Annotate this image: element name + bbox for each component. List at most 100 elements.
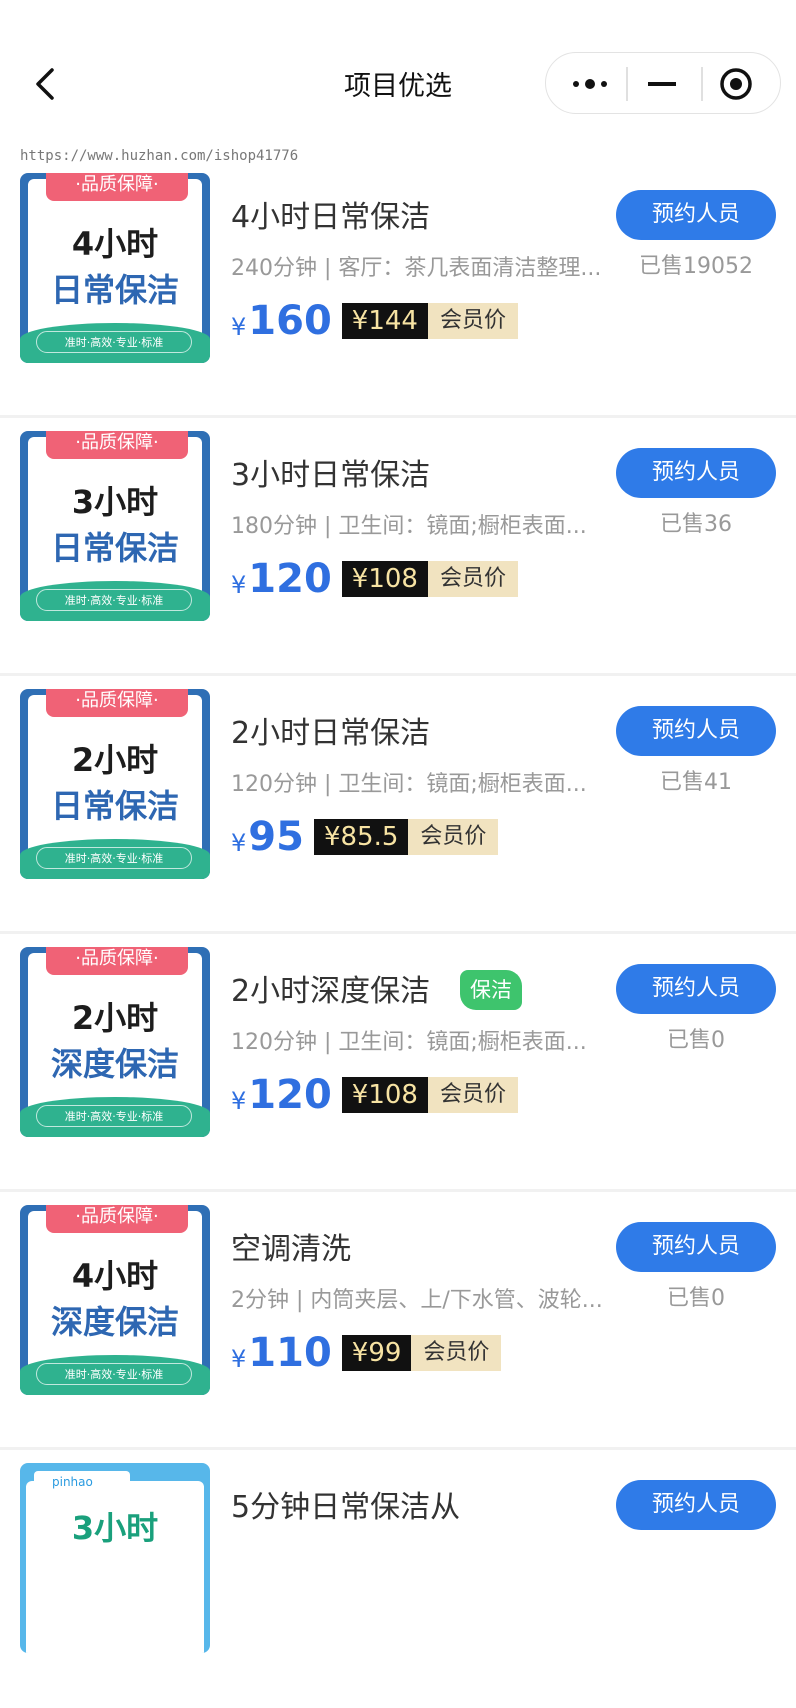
capsule-divider bbox=[701, 67, 703, 101]
thumbnail-footer-text: 准时·高效·专业·标准 bbox=[36, 1363, 192, 1385]
currency-symbol: ¥ bbox=[231, 1087, 247, 1115]
book-staff-button[interactable]: 预约人员 bbox=[616, 448, 776, 498]
price: 160 bbox=[248, 298, 332, 344]
thumbnail-service: 日常保洁 bbox=[50, 787, 179, 825]
quality-tag: ·品质保障· bbox=[46, 947, 188, 975]
member-price: ¥108 bbox=[341, 561, 428, 597]
service-item[interactable]: ·品质保障· 4小时 深度保洁 准时·高效·专业·标准 空调清洗 2分钟 | 内… bbox=[0, 1192, 796, 1450]
quality-tag: pinhao bbox=[34, 1471, 130, 1493]
thumbnail-footer: 准时·高效·专业·标准 bbox=[20, 839, 210, 879]
member-price-label: 会员价 bbox=[408, 819, 499, 855]
book-staff-button[interactable]: 预约人员 bbox=[616, 1480, 776, 1530]
sold-count: 已售0 bbox=[667, 1286, 725, 1311]
quality-tag: ·品质保障· bbox=[46, 431, 188, 459]
book-staff-button[interactable]: 预约人员 bbox=[616, 706, 776, 756]
thumbnail-service: 日常保洁 bbox=[50, 529, 179, 567]
member-price-badge: ¥99 会员价 bbox=[341, 1335, 502, 1371]
member-price: ¥144 bbox=[341, 303, 428, 339]
service-title: 2小时深度保洁 bbox=[231, 974, 431, 1009]
service-item[interactable]: ·品质保障· 3小时 日常保洁 准时·高效·专业·标准 3小时日常保洁 180分… bbox=[0, 418, 796, 676]
service-thumbnail: ·品质保障· 2小时 深度保洁 准时·高效·专业·标准 bbox=[20, 947, 210, 1137]
capsule-divider bbox=[626, 67, 628, 101]
book-staff-button[interactable]: 预约人员 bbox=[616, 1222, 776, 1272]
thumbnail-service: 深度保洁 bbox=[50, 1303, 179, 1341]
book-staff-button[interactable]: 预约人员 bbox=[616, 190, 776, 240]
minimize-icon[interactable] bbox=[644, 71, 684, 97]
member-price: ¥108 bbox=[341, 1077, 428, 1113]
price-row: ¥ 160 ¥144 会员价 bbox=[231, 296, 518, 346]
sold-count: 已售19052 bbox=[639, 254, 753, 279]
price: 95 bbox=[248, 814, 304, 860]
thumbnail-footer-text: 准时·高效·专业·标准 bbox=[36, 847, 192, 869]
member-price-label: 会员价 bbox=[427, 561, 518, 597]
member-price: ¥99 bbox=[341, 1335, 412, 1371]
currency-symbol: ¥ bbox=[231, 571, 247, 599]
service-item[interactable]: ·品质保障· 2小时 日常保洁 准时·高效·专业·标准 2小时日常保洁 120分… bbox=[0, 676, 796, 934]
service-title: 空调清洗 bbox=[231, 1232, 351, 1267]
sold-count: 已售36 bbox=[660, 512, 732, 537]
price-row: ¥ 120 ¥108 会员价 bbox=[231, 1070, 518, 1120]
member-price-label: 会员价 bbox=[411, 1335, 502, 1371]
service-thumbnail: ·品质保障· 2小时 日常保洁 准时·高效·专业·标准 bbox=[20, 689, 210, 879]
currency-symbol: ¥ bbox=[231, 313, 247, 341]
nav-bar: 项目优选 https://www.huzhan.com/ishop41776 bbox=[0, 0, 796, 164]
price-row: ¥ 110 ¥99 会员价 bbox=[231, 1328, 502, 1378]
service-item[interactable]: pinhao 3小时 5分钟日常保洁从 预约人员 bbox=[0, 1450, 796, 1708]
service-item[interactable]: ·品质保障· 2小时 深度保洁 准时·高效·专业·标准 2小时深度保洁 保洁 1… bbox=[0, 934, 796, 1192]
thumbnail-footer-text: 准时·高效·专业·标准 bbox=[36, 589, 192, 611]
price-row bbox=[231, 1586, 233, 1636]
currency-symbol: ¥ bbox=[231, 829, 247, 857]
sold-count: 已售0 bbox=[667, 1028, 725, 1053]
thumbnail-footer: 准时·高效·专业·标准 bbox=[20, 323, 210, 363]
service-description: 180分钟 | 卫生间：镜面;橱柜表面... bbox=[231, 514, 587, 539]
sold-count: 已售41 bbox=[660, 770, 732, 795]
mini-program-capsule bbox=[545, 52, 781, 114]
thumbnail-service: 深度保洁 bbox=[50, 1045, 179, 1083]
quality-tag: ·品质保障· bbox=[46, 1205, 188, 1233]
member-price-badge: ¥108 会员价 bbox=[341, 561, 518, 597]
service-title: 5分钟日常保洁从 bbox=[231, 1490, 461, 1525]
member-price-badge: ¥108 会员价 bbox=[341, 1077, 518, 1113]
thumbnail-footer: 准时·高效·专业·标准 bbox=[20, 581, 210, 621]
service-description: 2分钟 | 内筒夹层、上/下水管、波轮... bbox=[231, 1288, 603, 1313]
thumbnail-duration: 3小时 bbox=[71, 1509, 159, 1547]
member-price-label: 会员价 bbox=[427, 303, 518, 339]
category-tag: 保洁 bbox=[460, 970, 522, 1010]
member-price: ¥85.5 bbox=[313, 819, 409, 855]
thumbnail-footer-text: 准时·高效·专业·标准 bbox=[36, 1105, 192, 1127]
thumbnail-duration: 2小时 bbox=[71, 741, 159, 779]
member-price-label: 会员价 bbox=[427, 1077, 518, 1113]
thumbnail-service: 日常保洁 bbox=[50, 271, 179, 309]
quality-tag: ·品质保障· bbox=[46, 689, 188, 717]
price-row: ¥ 95 ¥85.5 会员价 bbox=[231, 812, 499, 862]
service-description: 120分钟 | 卫生间：镜面;橱柜表面... bbox=[231, 1030, 587, 1055]
thumbnail-duration: 2小时 bbox=[71, 999, 159, 1037]
service-description: 120分钟 | 卫生间：镜面;橱柜表面... bbox=[231, 772, 587, 797]
thumbnail-duration: 4小时 bbox=[71, 1257, 159, 1295]
price: 110 bbox=[248, 1330, 332, 1376]
member-price-badge: ¥85.5 会员价 bbox=[313, 819, 499, 855]
price: 120 bbox=[248, 556, 332, 602]
service-thumbnail: pinhao 3小时 bbox=[20, 1463, 210, 1653]
service-description: 240分钟 | 客厅：茶几表面清洁整理... bbox=[231, 256, 602, 281]
service-title: 3小时日常保洁 bbox=[231, 458, 431, 493]
thumbnail-footer: 准时·高效·专业·标准 bbox=[20, 1097, 210, 1137]
thumbnail-footer: 准时·高效·专业·标准 bbox=[20, 1355, 210, 1395]
thumbnail-duration: 4小时 bbox=[71, 225, 159, 263]
book-staff-button[interactable]: 预约人员 bbox=[616, 964, 776, 1014]
service-thumbnail: ·品质保障· 4小时 深度保洁 准时·高效·专业·标准 bbox=[20, 1205, 210, 1395]
service-title: 2小时日常保洁 bbox=[231, 716, 431, 751]
member-price-badge: ¥144 会员价 bbox=[341, 303, 518, 339]
quality-tag: ·品质保障· bbox=[46, 173, 188, 201]
currency-symbol: ¥ bbox=[231, 1345, 247, 1373]
thumbnail-duration: 3小时 bbox=[71, 483, 159, 521]
price-row: ¥ 120 ¥108 会员价 bbox=[231, 554, 518, 604]
thumbnail-footer-text: 准时·高效·专业·标准 bbox=[36, 331, 192, 353]
service-thumbnail: ·品质保障· 4小时 日常保洁 准时·高效·专业·标准 bbox=[20, 173, 210, 363]
more-dots-icon[interactable] bbox=[568, 71, 618, 97]
price: 120 bbox=[248, 1072, 332, 1118]
service-title: 4小时日常保洁 bbox=[231, 200, 431, 235]
close-target-icon[interactable] bbox=[718, 66, 754, 102]
service-item[interactable]: ·品质保障· 4小时 日常保洁 准时·高效·专业·标准 4小时日常保洁 240分… bbox=[0, 160, 796, 418]
service-thumbnail: ·品质保障· 3小时 日常保洁 准时·高效·专业·标准 bbox=[20, 431, 210, 621]
